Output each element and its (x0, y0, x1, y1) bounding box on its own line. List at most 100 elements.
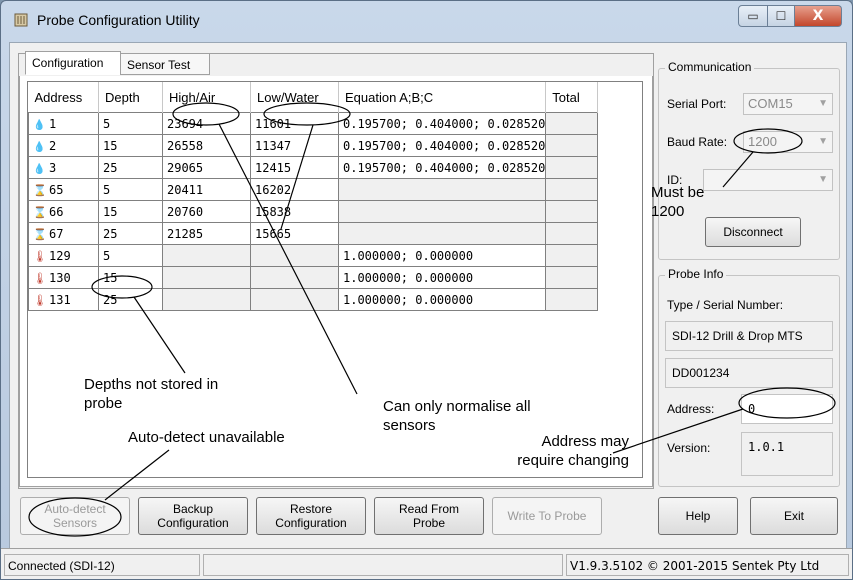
cell-high[interactable]: 21285 (162, 222, 251, 245)
thermometer-icon: 🌡 (33, 249, 47, 263)
table-row[interactable]: 💧 1 5 23694 11601 0.195700; 0.404000; 0.02852… (28, 112, 599, 135)
probe-serial-field: DD001234 (665, 358, 833, 388)
cell-high[interactable]: 20411 (162, 178, 251, 201)
cell-equation[interactable]: 0.195700; 0.404000; 0.028520 (337, 112, 547, 135)
help-button[interactable]: Help (658, 497, 738, 535)
communication-title: Communication (665, 60, 755, 74)
cell-low[interactable] (250, 266, 339, 289)
column-header-depth[interactable]: Depth (98, 82, 163, 113)
cell-total[interactable] (545, 244, 599, 267)
probe-serial-value: DD001234 (672, 366, 730, 380)
cell-low[interactable]: 16202 (250, 178, 339, 201)
minimize-button[interactable]: ▭ (738, 5, 768, 27)
cell-low[interactable]: 11347 (250, 134, 339, 157)
title-bar[interactable]: Probe Configuration Utility ▭ ☐ X (1, 1, 852, 41)
table-row[interactable]: ⌛ 65 5 20411 16202 (28, 178, 599, 201)
backup-configuration-button[interactable]: Backup Configuration (138, 497, 248, 535)
cell-total[interactable] (545, 134, 599, 157)
cell-low[interactable]: 15838 (250, 200, 339, 223)
cell-high[interactable]: 23694 (162, 112, 251, 135)
cell-address[interactable]: 💧 2 (28, 134, 99, 157)
probe-address-input[interactable]: 0 (741, 394, 833, 424)
type-serial-label: Type / Serial Number: (667, 298, 784, 312)
cell-equation[interactable] (337, 178, 547, 201)
cell-high[interactable] (162, 266, 251, 289)
cell-equation[interactable]: 0.195700; 0.404000; 0.028520 (337, 156, 547, 179)
cell-depth[interactable]: 5 (98, 178, 163, 201)
cell-equation[interactable]: 0.195700; 0.404000; 0.028520 (337, 134, 547, 157)
cell-depth[interactable]: 5 (98, 244, 163, 267)
cell-depth[interactable]: 25 (98, 288, 163, 311)
cell-total[interactable] (545, 156, 599, 179)
cell-high-value: 23694 (167, 116, 204, 131)
read-from-probe-button[interactable]: Read From Probe (374, 497, 484, 535)
cell-high[interactable] (162, 288, 251, 311)
cell-high[interactable]: 29065 (162, 156, 251, 179)
cell-depth[interactable]: 15 (98, 200, 163, 223)
cell-low[interactable]: 12415 (250, 156, 339, 179)
cell-total[interactable] (545, 288, 599, 311)
cell-depth[interactable]: 25 (98, 222, 163, 245)
cell-total[interactable] (545, 178, 599, 201)
cell-total[interactable] (545, 266, 599, 289)
cell-high[interactable] (162, 244, 251, 267)
cell-address[interactable]: ⌛ 67 (28, 222, 99, 245)
cell-address-value: 65 (49, 182, 64, 197)
cell-address[interactable]: 💧 3 (28, 156, 99, 179)
table-row[interactable]: 💧 3 25 29065 12415 0.195700; 0.404000; 0.0285… (28, 156, 599, 179)
cell-depth[interactable]: 15 (98, 266, 163, 289)
table-row[interactable]: 🌡 131 25 1.000000; 0.000000 (28, 288, 599, 311)
cell-depth[interactable]: 15 (98, 134, 163, 157)
cell-equation[interactable]: 1.000000; 0.000000 (337, 244, 547, 267)
cell-address[interactable]: 🌡 130 (28, 266, 99, 289)
cell-low[interactable]: 15665 (250, 222, 339, 245)
tab-configuration[interactable]: Configuration (25, 51, 121, 75)
column-header-equation[interactable]: Equation A;B;C (338, 82, 547, 113)
cell-total[interactable] (545, 112, 599, 135)
table-row[interactable]: 💧 2 15 26558 11347 0.195700; 0.404000; 0.0285… (28, 134, 599, 157)
cell-address[interactable]: ⌛ 65 (28, 178, 99, 201)
cell-total[interactable] (545, 200, 599, 223)
cell-equation[interactable] (337, 222, 547, 245)
baud-rate-label: Baud Rate: (667, 135, 728, 149)
cell-address[interactable]: ⌛ 66 (28, 200, 99, 223)
restore-configuration-button[interactable]: Restore Configuration (256, 497, 366, 535)
cell-depth[interactable]: 5 (98, 112, 163, 135)
cell-equation-value: 1.000000; 0.000000 (343, 248, 474, 263)
table-row[interactable]: 🌡 130 15 1.000000; 0.000000 (28, 266, 599, 289)
write-to-probe-button[interactable]: Write To Probe (492, 497, 602, 535)
version-status: V1.9.3.5102 © 2001-2015 Sentek Pty Ltd (566, 554, 849, 576)
table-row[interactable]: ⌛ 66 15 20760 15838 (28, 200, 599, 223)
cell-address[interactable]: 🌡 131 (28, 288, 99, 311)
tab-sensor-test[interactable]: Sensor Test (120, 53, 210, 75)
cell-depth[interactable]: 25 (98, 156, 163, 179)
column-header-high-air[interactable]: High/Air (162, 82, 251, 113)
cell-low[interactable] (250, 288, 339, 311)
column-header-total[interactable]: Total (545, 82, 599, 113)
column-header-address[interactable]: Address (28, 82, 99, 113)
id-select[interactable]: ▼ (703, 169, 833, 191)
cell-high[interactable]: 20760 (162, 200, 251, 223)
table-row[interactable]: ⌛ 67 25 21285 15665 (28, 222, 599, 245)
baud-rate-select[interactable]: 1200 ▼ (743, 131, 833, 153)
cell-low[interactable] (250, 244, 339, 267)
disconnect-button[interactable]: Disconnect (705, 217, 801, 247)
address-label: Address: (667, 402, 715, 416)
cell-total[interactable] (545, 222, 599, 245)
cell-equation[interactable] (337, 200, 547, 223)
maximize-button[interactable]: ☐ (768, 5, 795, 27)
cell-high[interactable]: 26558 (162, 134, 251, 157)
cell-low[interactable]: 11601 (250, 112, 339, 135)
probe-type-field: SDI-12 Drill & Drop MTS (665, 321, 833, 351)
exit-button[interactable]: Exit (750, 497, 838, 535)
close-button[interactable]: X (795, 5, 842, 27)
cell-equation[interactable]: 1.000000; 0.000000 (337, 288, 547, 311)
cell-address-value: 130 (49, 270, 71, 285)
cell-address[interactable]: 🌡 129 (28, 244, 99, 267)
serial-port-select[interactable]: COM15 ▼ (743, 93, 833, 115)
table-row[interactable]: 🌡 129 5 1.000000; 0.000000 (28, 244, 599, 267)
cell-address[interactable]: 💧 1 (28, 112, 99, 135)
column-header-low-water[interactable]: Low/Water (250, 82, 339, 113)
cell-equation[interactable]: 1.000000; 0.000000 (337, 266, 547, 289)
auto-detect-sensors-button[interactable]: Auto-detect Sensors (20, 497, 130, 535)
